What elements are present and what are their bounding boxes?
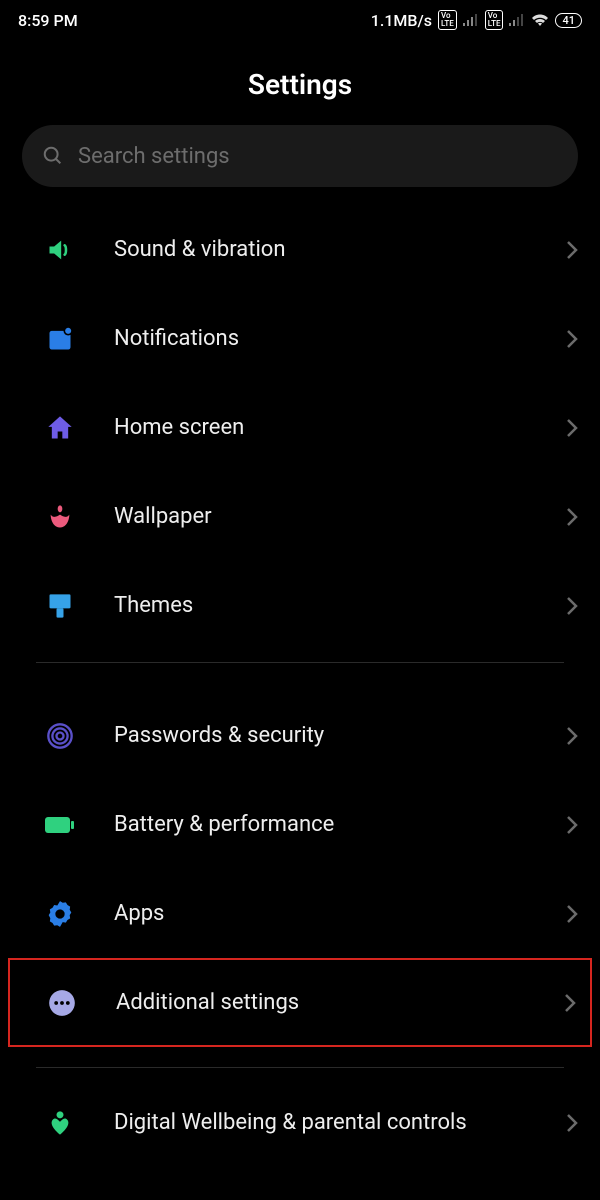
signal-icon-2 — [509, 14, 525, 26]
settings-item-wellbeing[interactable]: Digital Wellbeing & parental controls — [0, 1088, 600, 1158]
settings-item-label: Apps — [114, 901, 528, 926]
group-divider — [36, 1067, 564, 1068]
home-icon — [44, 412, 76, 444]
volte-icon-1: VoLTE — [438, 10, 457, 30]
search-input[interactable]: Search settings — [22, 125, 578, 187]
notifications-icon — [44, 323, 76, 355]
battery-icon — [44, 809, 76, 841]
status-bar: 8:59 PM 1.1MB/s VoLTE VoLTE 41 — [0, 0, 600, 40]
wallpaper-icon — [44, 501, 76, 533]
settings-item-sound[interactable]: Sound & vibration — [0, 205, 600, 294]
settings-item-label: Home screen — [114, 415, 528, 440]
volte-icon-2: VoLTE — [485, 10, 504, 30]
settings-item-label: Digital Wellbeing & parental controls — [114, 1109, 528, 1137]
settings-item-label: Sound & vibration — [114, 237, 528, 262]
settings-group-3: Digital Wellbeing & parental controls — [0, 1088, 600, 1158]
search-placeholder: Search settings — [78, 144, 230, 169]
chevron-right-icon — [564, 993, 576, 1013]
settings-item-label: Additional settings — [116, 990, 526, 1015]
gear-icon — [44, 898, 76, 930]
settings-item-additional[interactable]: Additional settings — [8, 958, 592, 1047]
battery-icon: 41 — [555, 13, 582, 28]
chevron-right-icon — [566, 596, 578, 616]
settings-item-apps[interactable]: Apps — [0, 869, 600, 958]
fingerprint-icon — [44, 720, 76, 752]
status-right: 1.1MB/s VoLTE VoLTE 41 — [371, 10, 582, 30]
chevron-right-icon — [566, 1113, 578, 1133]
search-icon — [42, 145, 64, 167]
more-icon — [46, 987, 78, 1019]
chevron-right-icon — [566, 815, 578, 835]
sound-icon — [44, 234, 76, 266]
settings-item-label: Notifications — [114, 326, 528, 351]
settings-group-1: Sound & vibration Notifications Home scr… — [0, 205, 600, 650]
settings-group-2: Passwords & security Battery & performan… — [0, 691, 600, 1047]
settings-item-label: Wallpaper — [114, 504, 528, 529]
settings-item-label: Themes — [114, 593, 528, 618]
chevron-right-icon — [566, 904, 578, 924]
group-divider — [36, 662, 564, 663]
chevron-right-icon — [566, 329, 578, 349]
settings-item-home-screen[interactable]: Home screen — [0, 383, 600, 472]
chevron-right-icon — [566, 418, 578, 438]
settings-item-themes[interactable]: Themes — [0, 561, 600, 650]
settings-item-passwords[interactable]: Passwords & security — [0, 691, 600, 780]
settings-item-label: Battery & performance — [114, 812, 528, 837]
settings-item-battery[interactable]: Battery & performance — [0, 780, 600, 869]
themes-icon — [44, 590, 76, 622]
status-network-speed: 1.1MB/s — [371, 11, 432, 30]
wifi-icon — [531, 13, 549, 27]
signal-icon-1 — [463, 14, 479, 26]
page-title: Settings — [0, 68, 600, 101]
chevron-right-icon — [566, 240, 578, 260]
status-time: 8:59 PM — [18, 11, 78, 30]
chevron-right-icon — [566, 507, 578, 527]
settings-item-wallpaper[interactable]: Wallpaper — [0, 472, 600, 561]
settings-item-notifications[interactable]: Notifications — [0, 294, 600, 383]
heart-icon — [44, 1107, 76, 1139]
chevron-right-icon — [566, 726, 578, 746]
settings-item-label: Passwords & security — [114, 723, 528, 748]
